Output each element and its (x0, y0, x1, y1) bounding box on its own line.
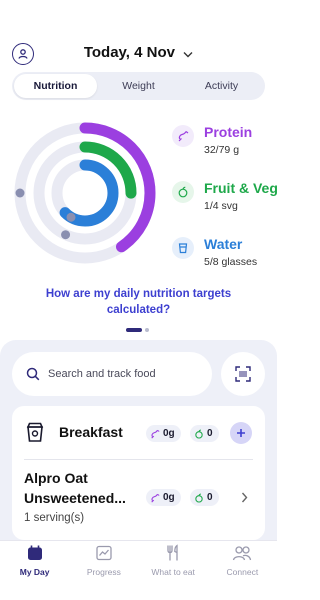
nav-label: Progress (86, 567, 121, 577)
meal-protein-value: 0g (163, 428, 175, 439)
nutrition-targets-link[interactable]: How are my daily nutrition targets calcu… (18, 286, 259, 318)
nav-label: Connect (226, 567, 259, 577)
date-title-text: Today, 4 Nov (83, 44, 175, 61)
stat-protein-name: Protein (204, 124, 253, 140)
add-breakfast-button[interactable] (230, 422, 252, 444)
breakfast-card: Breakfast 0g 0 Alpro Oat Unsweetened... … (12, 406, 265, 540)
apple-icon (195, 492, 203, 503)
barcode-scan-button[interactable] (221, 352, 265, 396)
protein-icon (151, 429, 160, 439)
nav-label: My Day (19, 567, 50, 577)
nav-progress[interactable]: Progress (69, 541, 138, 600)
date-selector[interactable]: Today, 4 Nov (0, 44, 277, 62)
bottom-nav: My Day Progress What to eat Connect (0, 540, 277, 600)
search-placeholder: Search and track food (48, 368, 156, 380)
nutrition-rings[interactable] (10, 118, 160, 268)
meal-fruitveg-value: 0 (207, 428, 213, 439)
barcode-scan-icon (235, 366, 251, 382)
meal-fruitveg-badge: 0 (190, 425, 219, 442)
stat-water[interactable]: Water 5/8 glasses (172, 234, 282, 290)
food-protein-value: 0g (163, 492, 175, 503)
stat-water-name: Water (204, 236, 243, 252)
chevron-down-icon (183, 45, 193, 62)
meal-protein-badge: 0g (146, 425, 181, 442)
ring-target-marker (15, 188, 25, 198)
page-indicator (126, 328, 149, 332)
apple-icon (172, 181, 194, 203)
protein-icon (172, 125, 194, 147)
chevron-right-icon (241, 492, 248, 503)
breakfast-header[interactable]: Breakfast 0g 0 (12, 406, 265, 458)
stat-fruit-veg-name: Fruit & Veg (204, 180, 278, 196)
stat-water-value: 5/8 glasses (204, 256, 258, 268)
food-serving: 1 serving(s) (24, 512, 85, 524)
protein-icon (151, 493, 160, 503)
divider (24, 459, 253, 460)
search-food-input[interactable]: Search and track food (12, 352, 212, 396)
people-icon (233, 546, 252, 561)
chart-icon (96, 545, 112, 561)
nav-my-day[interactable]: My Day (0, 541, 69, 600)
ring-target-marker (61, 230, 71, 240)
top-bar: Today, 4 Nov (0, 0, 277, 70)
food-protein-badge: 0g (146, 489, 181, 506)
nav-label: What to eat (151, 567, 195, 577)
page-dot-active (126, 328, 142, 332)
segmented-tabs: Nutrition Weight Activity (12, 72, 265, 100)
glass-icon (172, 237, 194, 259)
tab-activity[interactable]: Activity (180, 74, 263, 98)
nav-what-to-eat[interactable]: What to eat (139, 541, 208, 600)
search-icon (26, 367, 40, 381)
calendar-icon (27, 545, 42, 560)
nutrition-stats: Protein 32/79 g Fruit & Veg 1/4 svg Wate… (172, 122, 282, 290)
plus-icon (237, 429, 245, 437)
food-name: Alpro Oat Unsweetened... (24, 470, 126, 506)
stat-fruit-veg[interactable]: Fruit & Veg 1/4 svg (172, 178, 282, 234)
page-dot (145, 328, 149, 332)
meal-title: Breakfast (59, 424, 123, 440)
stat-protein-value: 32/79 g (204, 144, 240, 156)
cup-icon (26, 422, 44, 442)
nav-connect[interactable]: Connect (208, 541, 277, 600)
food-fruitveg-badge: 0 (190, 489, 219, 506)
tab-nutrition[interactable]: Nutrition (14, 74, 97, 98)
food-fruitveg-value: 0 (207, 492, 213, 503)
apple-icon (195, 428, 203, 439)
ring-target-marker (66, 212, 76, 222)
utensils-icon (167, 544, 178, 561)
stat-fruit-veg-value: 1/4 svg (204, 200, 238, 212)
tab-weight[interactable]: Weight (97, 74, 180, 98)
stat-protein[interactable]: Protein 32/79 g (172, 122, 282, 178)
